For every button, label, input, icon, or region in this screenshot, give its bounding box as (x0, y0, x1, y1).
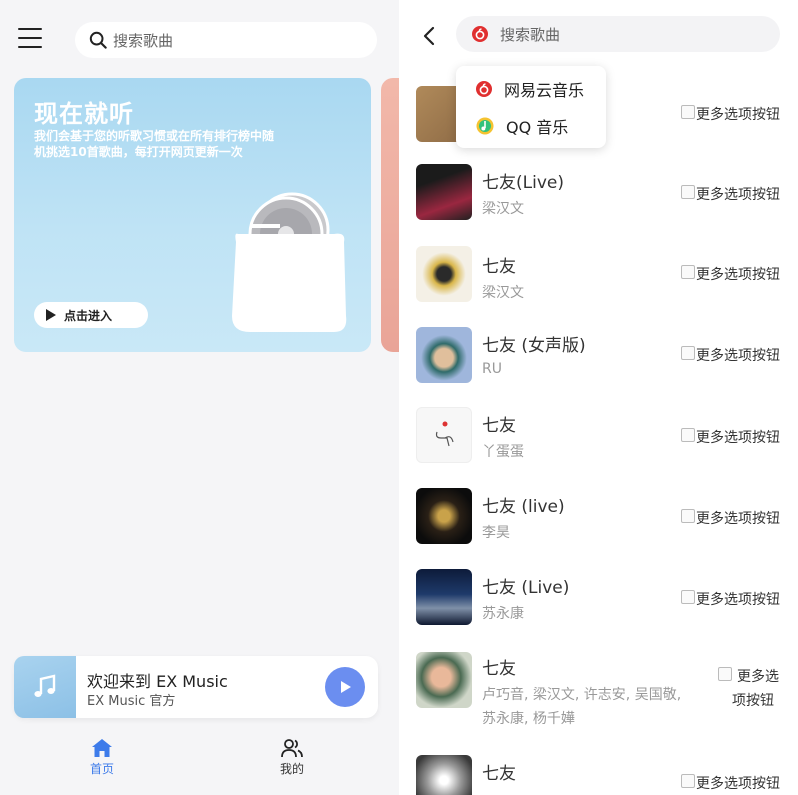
tab-home-label: 首页 (89, 762, 114, 776)
song-row[interactable]: 七友 卢巧音, 梁汉文, 许志安, 吴国敬, 苏永康, 杨千嬅 更多选 项按钮 (416, 650, 798, 734)
song-title: 七友 (482, 764, 516, 784)
banner-description: 我们会基于您的听歌习惯或在所有排行榜中随机挑选10首歌曲，每打开网页更新一次 (34, 129, 275, 159)
song-title: 七友 (482, 416, 516, 436)
album-cover (416, 327, 472, 383)
more-options-label: 更多选项按钮 (696, 187, 780, 203)
broken-image-icon (681, 105, 695, 119)
song-title: 七友 (女声版) (482, 336, 586, 356)
broken-image-icon (681, 265, 695, 279)
song-row[interactable]: 七友 梁汉文 更多选项按钮 (416, 246, 798, 310)
search-placeholder: 搜索歌曲 (113, 31, 174, 50)
more-options-button[interactable]: 更多选项按钮 (681, 773, 780, 793)
menu-icon[interactable] (18, 28, 42, 50)
song-row[interactable]: 七友 (live) 李昊 更多选项按钮 (416, 488, 798, 552)
player-title: 欢迎来到 EX Music (87, 672, 228, 691)
more-options-label: 更多选项按钮 (696, 107, 780, 123)
song-artist: RU (482, 361, 502, 377)
more-options-label: 更多选项按钮 (696, 267, 780, 283)
source-option-label: 网易云音乐 (504, 81, 585, 100)
source-option-netease[interactable]: 网易云音乐 (476, 77, 584, 101)
more-options-button[interactable]: 更多选 项按钮 (718, 666, 779, 710)
tab-mine[interactable]: 我的 (262, 738, 322, 777)
album-cover (416, 755, 472, 795)
play-icon (341, 681, 351, 693)
song-artist: 梁汉文 (482, 201, 524, 217)
album-cover (416, 652, 472, 708)
users-icon (281, 739, 303, 758)
source-dropdown: 网易云音乐 QQ 音乐 (456, 66, 606, 148)
song-artist-line-2: 苏永康, 杨千嬅 (482, 711, 575, 727)
search-input[interactable]: 搜索歌曲 (456, 16, 780, 52)
search-icon (89, 31, 107, 49)
more-options-label: 更多选 (737, 669, 779, 685)
netease-icon (476, 81, 492, 97)
broken-image-icon (681, 185, 695, 199)
album-cover (416, 488, 472, 544)
song-title: 七友(Live) (482, 173, 564, 193)
song-row[interactable]: 七友 丫蛋蛋 更多选项按钮 (416, 407, 798, 471)
song-artist: 丫蛋蛋 (482, 444, 524, 460)
song-row[interactable]: 七友 更多选项按钮 (416, 755, 798, 795)
search-bar[interactable]: 搜索歌曲 (75, 22, 377, 58)
enter-button-label: 点击进入 (64, 308, 113, 323)
sketch-figure-icon (435, 421, 454, 447)
netease-icon[interactable] (472, 26, 488, 42)
tab-home[interactable]: 首页 (72, 738, 132, 777)
qq-music-icon (476, 117, 494, 135)
broken-image-icon (718, 667, 732, 681)
broken-image-icon (681, 509, 695, 523)
song-title: 七友 (live) (482, 497, 565, 517)
more-options-button[interactable]: 更多选项按钮 (681, 427, 780, 447)
home-icon (92, 739, 112, 757)
play-triangle-icon (46, 309, 56, 321)
song-row[interactable]: 七友(Live) 梁汉文 更多选项按钮 (416, 164, 798, 228)
song-row[interactable]: 七友 (Live) 苏永康 更多选项按钮 (416, 569, 798, 633)
banner-title: 现在就听 (34, 100, 134, 128)
more-options-button[interactable]: 更多选项按钮 (681, 345, 780, 365)
more-options-button[interactable]: 更多选项按钮 (681, 508, 780, 528)
mini-player[interactable]: 欢迎来到 EX Music EX Music 官方 (14, 656, 378, 718)
tab-mine-label: 我的 (279, 762, 304, 776)
more-options-button[interactable]: 更多选项按钮 (681, 264, 780, 284)
broken-image-icon (681, 428, 695, 442)
more-options-label: 更多选项按钮 (696, 430, 780, 446)
album-cover (416, 164, 472, 220)
album-cover (416, 569, 472, 625)
search-placeholder: 搜索歌曲 (500, 25, 561, 44)
home-screen: 搜索歌曲 现在就听 我们会基于您的听歌习惯或在所有排行榜中随机挑选10首歌曲，每… (0, 0, 399, 795)
more-options-label: 更多选项按钮 (696, 592, 780, 608)
more-options-button[interactable]: 更多选项按钮 (681, 184, 780, 204)
more-options-button[interactable]: 更多选项按钮 (681, 104, 780, 124)
song-artist: 李昊 (482, 525, 510, 541)
broken-image-icon (681, 774, 695, 788)
next-banner-peek[interactable] (381, 78, 399, 352)
source-option-qq[interactable]: QQ 音乐 (476, 114, 568, 138)
more-options-button[interactable]: 更多选项按钮 (681, 589, 780, 609)
player-subtitle: EX Music 官方 (87, 694, 176, 709)
play-button[interactable] (325, 667, 365, 707)
search-results-screen: 搜索歌曲 更多选项按钮 七友(Live) 梁汉文 更多选项按钮 七友 梁汉文 更… (399, 0, 798, 795)
broken-image-icon (681, 346, 695, 360)
song-artist: 梁汉文 (482, 285, 524, 301)
music-note-icon (14, 656, 76, 718)
back-arrow-icon[interactable] (421, 25, 437, 47)
listen-now-banner[interactable]: 现在就听 我们会基于您的听歌习惯或在所有排行榜中随机挑选10首歌曲，每打开网页更… (14, 78, 371, 352)
song-row[interactable]: 七友 (女声版) RU 更多选项按钮 (416, 327, 798, 391)
song-artist: 苏永康 (482, 606, 524, 622)
song-title: 七友 (482, 257, 516, 277)
song-artist-line-1: 卢巧音, 梁汉文, 许志安, 吴国敬, (482, 687, 682, 703)
album-cover (416, 407, 472, 463)
disc-bag-illustration (232, 192, 347, 332)
broken-image-icon (681, 590, 695, 604)
more-options-label: 更多选项按钮 (696, 776, 780, 792)
enter-button[interactable]: 点击进入 (34, 302, 148, 328)
more-options-label-cont: 项按钮 (732, 693, 774, 709)
song-title: 七友 (Live) (482, 578, 570, 598)
source-option-label: QQ 音乐 (506, 118, 569, 137)
more-options-label: 更多选项按钮 (696, 348, 780, 364)
album-cover (416, 246, 472, 302)
song-title: 七友 (482, 659, 516, 679)
more-options-label: 更多选项按钮 (696, 511, 780, 527)
